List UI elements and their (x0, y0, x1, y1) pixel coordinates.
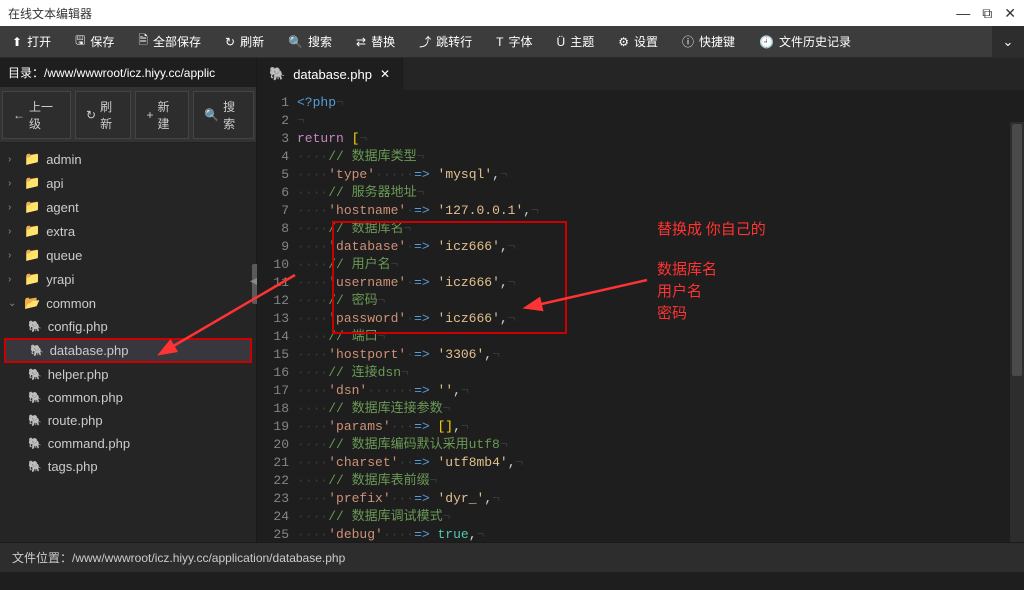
history-button[interactable]: 🕘文件历史记录 (747, 26, 863, 57)
chevron-right-icon: › (8, 274, 18, 285)
up-button[interactable]: ←上一级 (2, 91, 71, 139)
php-icon: 🐘 (28, 368, 42, 381)
chevron-right-icon: › (8, 226, 18, 237)
chevron-down-icon: ⌄ (8, 298, 18, 309)
tab-database-php[interactable]: 🐘 database.php ✕ (257, 58, 403, 90)
folder-icon: 📁 (24, 223, 40, 239)
maximize-icon[interactable]: ⧉ (982, 5, 992, 22)
editor-area: 🐘 database.php ✕ 12345678910111213141516… (257, 58, 1024, 542)
replace-icon: ⇄ (356, 35, 366, 49)
chevron-right-icon: › (8, 202, 18, 213)
gear-icon: ⚙ (618, 35, 629, 49)
keyboard-icon: ⓘ (682, 33, 694, 50)
tree-folder[interactable]: ›📁agent (0, 195, 256, 219)
save-all-button[interactable]: 🗎全部保存 (126, 26, 213, 57)
folder-icon: 📁 (24, 199, 40, 215)
folder-icon: 📁 (24, 271, 40, 287)
sidebar-toolbar: ←上一级 ↻刷新 +新建 🔍搜索 (0, 88, 256, 143)
code-editor[interactable]: 1234567891011121314151617181920212223242… (257, 90, 1024, 542)
refresh-button[interactable]: ↻刷新 (213, 26, 276, 57)
tree-file-selected[interactable]: 🐘database.php (4, 338, 252, 363)
goto-button[interactable]: ⤴跳转行 (407, 26, 484, 57)
window-controls: — ⧉ ✕ (956, 5, 1016, 22)
titlebar: 在线文本编辑器 — ⧉ ✕ (0, 0, 1024, 26)
settings-button[interactable]: ⚙设置 (606, 26, 670, 57)
new-button[interactable]: +新建 (135, 91, 189, 139)
scrollbar-thumb[interactable] (1012, 124, 1022, 376)
tree-folder[interactable]: ›📁queue (0, 243, 256, 267)
tree-file[interactable]: 🐘helper.php (0, 363, 256, 386)
tree-file[interactable]: 🐘config.php (0, 315, 256, 338)
vertical-scrollbar[interactable] (1010, 122, 1024, 542)
php-icon: 🐘 (28, 460, 42, 473)
tree-folder[interactable]: ›📁extra (0, 219, 256, 243)
theme-icon: Ü (557, 35, 566, 49)
tree-folder[interactable]: ›📁api (0, 171, 256, 195)
save-button[interactable]: 🖫保存 (63, 26, 126, 57)
statusbar: 文件位置：/www/wwwroot/icz.hiyy.cc/applicatio… (0, 542, 1024, 572)
file-tree: ›📁admin ›📁api ›📁agent ›📁extra ›📁queue ›📁… (0, 143, 256, 542)
minimize-icon[interactable]: — (956, 5, 970, 22)
tab-close-icon[interactable]: ✕ (380, 67, 390, 81)
tree-folder[interactable]: ›📁admin (0, 147, 256, 171)
theme-button[interactable]: Ü主题 (545, 26, 607, 57)
editor-tabs: 🐘 database.php ✕ (257, 58, 1024, 90)
font-icon: T (496, 35, 503, 49)
path-bar: 目录：/www/wwwroot/icz.hiyy.cc/applic (0, 58, 256, 88)
refresh-icon: ↻ (86, 108, 96, 122)
search-icon: 🔍 (288, 35, 303, 49)
tree-file[interactable]: 🐘route.php (0, 409, 256, 432)
tree-folder[interactable]: ›📁yrapi (0, 267, 256, 291)
gutter: 1234567891011121314151617181920212223242… (257, 90, 297, 542)
php-icon: 🐘 (28, 391, 42, 404)
tree-file[interactable]: 🐘common.php (0, 386, 256, 409)
php-icon: 🐘 (269, 66, 285, 82)
chevron-right-icon: › (8, 178, 18, 189)
chevron-right-icon: › (8, 154, 18, 165)
close-icon[interactable]: ✕ (1004, 5, 1016, 22)
window-title: 在线文本编辑器 (8, 5, 92, 22)
folder-icon: 📁 (24, 175, 40, 191)
tree-folder[interactable]: ⌄📂common (0, 291, 256, 315)
goto-icon: ⤴ (419, 33, 431, 50)
tree-file[interactable]: 🐘command.php (0, 432, 256, 455)
refresh-icon: ↻ (225, 35, 235, 49)
sidebar-search-button[interactable]: 🔍搜索 (193, 91, 254, 139)
php-icon: 🐘 (28, 320, 42, 333)
plus-icon: + (146, 108, 153, 122)
php-icon: 🐘 (30, 344, 44, 357)
php-icon: 🐘 (28, 437, 42, 450)
open-button[interactable]: ⬆打开 (0, 26, 63, 57)
sidebar: 目录：/www/wwwroot/icz.hiyy.cc/applic ←上一级 … (0, 58, 257, 542)
sidebar-refresh-button[interactable]: ↻刷新 (75, 91, 131, 139)
font-button[interactable]: T字体 (484, 26, 544, 57)
upload-icon: ⬆ (12, 35, 22, 49)
search-button[interactable]: 🔍搜索 (276, 26, 344, 57)
arrow-up-icon: ← (13, 108, 25, 122)
save-all-icon: 🗎 (138, 31, 148, 52)
folder-icon: 📁 (24, 247, 40, 263)
toolbar-collapse[interactable]: ⌄ (992, 26, 1024, 58)
save-icon: 🖫 (75, 31, 85, 52)
folder-open-icon: 📂 (24, 295, 40, 311)
search-icon: 🔍 (204, 108, 219, 122)
folder-icon: 📁 (24, 151, 40, 167)
current-path: /www/wwwroot/icz.hiyy.cc/applic (44, 66, 215, 80)
chevron-right-icon: › (8, 250, 18, 261)
replace-button[interactable]: ⇄替换 (344, 26, 407, 57)
clock-icon: 🕘 (759, 35, 774, 49)
main-toolbar: ⬆打开 🖫保存 🗎全部保存 ↻刷新 🔍搜索 ⇄替换 ⤴跳转行 T字体 Ü主题 ⚙… (0, 26, 1024, 58)
shortcuts-button[interactable]: ⓘ快捷键 (670, 26, 747, 57)
php-icon: 🐘 (28, 414, 42, 427)
code-content[interactable]: <?php¬¬return [¬····// 数据库类型¬····'type'·… (297, 90, 1024, 542)
tree-file[interactable]: 🐘tags.php (0, 455, 256, 478)
file-path: /www/wwwroot/icz.hiyy.cc/application/dat… (72, 551, 345, 565)
